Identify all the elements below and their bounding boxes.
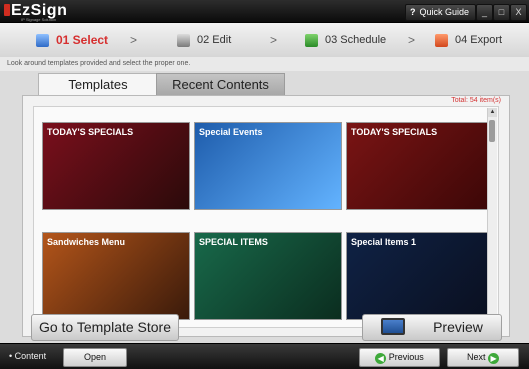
left-arrow-icon: ◀ <box>375 353 387 364</box>
template-title: Sandwiches Menu <box>47 237 126 247</box>
step-schedule-label: 03 Schedule <box>325 34 387 46</box>
schedule-step-icon <box>305 33 318 47</box>
template-title: Special Items 1 <box>351 237 417 247</box>
step-select-label: 01 Select <box>56 33 109 47</box>
template-title: TODAY'S SPECIALS <box>47 127 134 137</box>
help-icon: ? <box>409 7 416 17</box>
vertical-scrollbar[interactable]: ▲ ▼ <box>487 108 497 326</box>
preview-button[interactable]: Preview <box>362 314 502 341</box>
scroll-up-arrow-icon[interactable]: ▲ <box>488 108 497 117</box>
right-arrow-icon: ▶ <box>488 353 500 364</box>
content-area: Templates Recent Contents Total: 54 item… <box>0 71 529 343</box>
step-export-label: 04 Export <box>455 34 503 46</box>
tab-recent-contents[interactable]: Recent Contents <box>156 73 285 95</box>
template-thumbnail[interactable]: TODAY'S SPECIALS <box>346 122 494 210</box>
close-button[interactable]: X <box>510 4 527 21</box>
step-edit-label: 02 Edit <box>197 34 232 46</box>
template-title: Special Events <box>199 127 263 137</box>
previous-button[interactable]: ◀ Previous <box>359 348 440 367</box>
total-count: Total: 54 item(s) <box>451 97 501 104</box>
title-bar: EzSign IP Signage Solution ? Quick Guide … <box>0 0 529 23</box>
template-thumbnail[interactable]: Special Items 1 <box>346 232 494 320</box>
preview-label: Preview <box>433 319 483 335</box>
logo-subtitle: IP Signage Solution <box>21 17 57 22</box>
quick-guide-label: Quick Guide <box>419 7 469 17</box>
template-thumbnail[interactable]: SPECIAL ITEMS <box>194 232 342 320</box>
content-label: • Content <box>9 351 47 361</box>
template-thumbnail[interactable]: Special Events <box>194 122 342 210</box>
instruction-text: Look around templates provided and selec… <box>0 57 529 71</box>
templates-panel: Total: 54 item(s) TODAY'S SPECIALS Speci… <box>22 95 510 337</box>
template-thumbnail[interactable]: Sandwiches Menu <box>42 232 190 320</box>
template-title: SPECIAL ITEMS <box>199 237 268 247</box>
scrollbar-thumb[interactable] <box>489 120 495 142</box>
wizard-steps: 01 Select > 02 Edit > 03 Schedule > 04 E… <box>0 23 529 58</box>
restore-button[interactable]: □ <box>493 4 510 21</box>
go-to-template-store-button[interactable]: Go to Template Store <box>31 314 179 341</box>
step-arrow: > <box>270 33 278 47</box>
footer-bar: • Content Open ◀ Previous Next ▶ <box>0 343 529 369</box>
select-step-icon <box>36 33 49 47</box>
template-thumbnail[interactable]: TODAY'S SPECIALS <box>42 122 190 210</box>
next-button[interactable]: Next ▶ <box>447 348 519 367</box>
step-select[interactable]: 01 Select <box>36 31 108 49</box>
quick-guide-button[interactable]: ? Quick Guide <box>404 4 476 21</box>
tab-templates[interactable]: Templates <box>38 73 158 95</box>
step-arrow: > <box>130 33 138 47</box>
step-export[interactable]: 04 Export <box>435 31 502 49</box>
minimize-button[interactable]: _ <box>476 4 493 21</box>
step-schedule[interactable]: 03 Schedule <box>305 31 386 49</box>
ezsign-window: EzSign IP Signage Solution ? Quick Guide … <box>0 0 529 369</box>
monitor-icon <box>381 318 406 335</box>
open-button[interactable]: Open <box>63 348 127 367</box>
step-arrow: > <box>408 33 416 47</box>
previous-label: Previous <box>388 352 424 362</box>
logo-mark-icon <box>4 4 10 16</box>
edit-step-icon <box>177 33 190 47</box>
export-step-icon <box>435 33 448 47</box>
template-grid: TODAY'S SPECIALS Special Events TODAY'S … <box>33 106 499 328</box>
step-edit[interactable]: 02 Edit <box>177 31 231 49</box>
template-title: TODAY'S SPECIALS <box>351 127 438 137</box>
next-label: Next <box>466 352 486 362</box>
